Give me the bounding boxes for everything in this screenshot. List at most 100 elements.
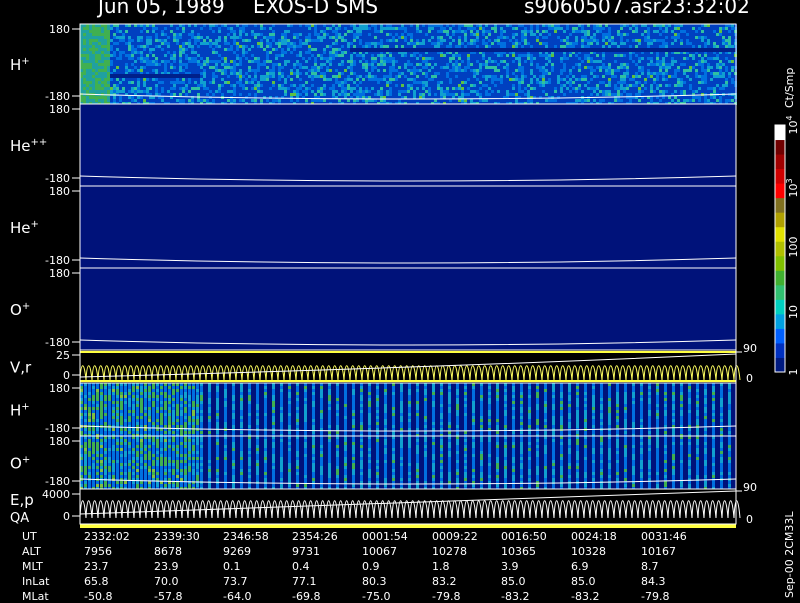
heatmap-cell (326, 36, 329, 39)
heatmap-cell (593, 66, 596, 69)
heatmap-cell (584, 99, 587, 102)
heatmap-cell (173, 42, 176, 45)
heatmap-cell (131, 78, 134, 81)
heatmap-cell (608, 93, 611, 96)
heatmap-cell (281, 54, 284, 57)
heatmap-cell (536, 45, 539, 48)
heatmap-cell (473, 42, 476, 45)
heatmap-cell (383, 42, 386, 45)
heatmap-cell (212, 87, 215, 90)
heatmap-cell (293, 45, 296, 48)
heatmap-cell (110, 84, 113, 87)
heatmap-cell (605, 60, 608, 63)
heatmap-cell (440, 33, 443, 36)
heatmap-cell (233, 87, 236, 90)
heatmap-cell (512, 69, 515, 72)
heatmap-cell (377, 69, 380, 72)
heatmap-cell (125, 69, 128, 72)
heatmap-cell (632, 33, 635, 36)
heatmap-cell (239, 51, 242, 54)
heatmap-cell (338, 42, 341, 45)
heatmap-cell (440, 60, 443, 63)
heatmap-cell (464, 45, 467, 48)
heatmap-cell (488, 39, 491, 42)
heatmap-cell (125, 96, 128, 99)
heatmap-cell (542, 45, 545, 48)
heatmap-cell (293, 42, 296, 45)
heatmap-cell (407, 30, 410, 33)
heatmap-cell (236, 45, 239, 48)
heatmap-cell (302, 30, 305, 33)
heatmap-cell (404, 81, 407, 84)
heatmap-cell (623, 27, 626, 30)
heatmap-cell (551, 93, 554, 96)
heatmap-cell (287, 93, 290, 96)
heatmap-cell (611, 99, 614, 102)
heatmap-cell (296, 69, 299, 72)
heatmap-cell (140, 39, 143, 42)
heatmap-cell (227, 39, 230, 42)
heatmap-cell (173, 48, 176, 51)
heatmap-cell (431, 87, 434, 90)
heatmap-cell (524, 30, 527, 33)
heatmap-cell (500, 54, 503, 57)
heatmap-cell (593, 72, 596, 75)
heatmap-cell (158, 57, 161, 60)
heatmap-cell (626, 81, 629, 84)
heatmap-cell (356, 93, 359, 96)
heatmap-cell (332, 39, 335, 42)
heatmap-cell (278, 63, 281, 66)
heatmap-cell (512, 42, 515, 45)
heatmap-cell (332, 84, 335, 87)
heatmap-cell (518, 30, 521, 33)
heatmap-cell (461, 93, 464, 96)
heatmap-cell (581, 57, 584, 60)
heatmap-cell (449, 57, 452, 60)
heatmap-cell (359, 33, 362, 36)
heatmap-cell (560, 66, 563, 69)
heatmap-cell (341, 39, 344, 42)
heatmap-cell (548, 39, 551, 42)
heatmap-cell (593, 90, 596, 93)
heatmap-cell (317, 63, 320, 66)
heatmap-cell (323, 51, 326, 54)
heatmap-cell (575, 72, 578, 75)
heatmap-cell (284, 99, 287, 102)
heatmap-cell (305, 84, 308, 87)
heatmap-cell (512, 39, 515, 42)
heatmap-cell (548, 81, 551, 84)
heatmap-cell (506, 30, 509, 33)
heatmap-cell (350, 45, 353, 48)
heatmap-cell (281, 99, 284, 102)
heatmap-cell (158, 66, 161, 69)
heatmap-cell (473, 93, 476, 96)
heatmap-cell (296, 75, 299, 78)
heatmap-cell (359, 87, 362, 90)
heatmap-cell (110, 66, 113, 69)
heatmap-cell (551, 66, 554, 69)
heatmap-cell (605, 81, 608, 84)
heatmap-cell (290, 87, 293, 90)
heatmap-cell (245, 42, 248, 45)
heatmap-cell (500, 45, 503, 48)
heatmap-cell (629, 99, 632, 102)
heatmap-cell (326, 63, 329, 66)
heatmap-cell (182, 60, 185, 63)
heatmap-cell (347, 87, 350, 90)
heatmap-cell (554, 63, 557, 66)
heatmap-cell (317, 90, 320, 93)
heatmap-cell (302, 66, 305, 69)
heatmap-cell (224, 42, 227, 45)
heatmap-cell (554, 60, 557, 63)
heatmap-cell (452, 36, 455, 39)
heatmap-cell (593, 75, 596, 78)
heatmap-cell (623, 36, 626, 39)
heatmap-cell (503, 93, 506, 96)
heatmap-cell (182, 63, 185, 66)
heatmap-cell (566, 39, 569, 42)
heatmap-cell (191, 54, 194, 57)
heatmap-cell (629, 36, 632, 39)
heatmap-cell (605, 69, 608, 72)
heatmap-cell (443, 99, 446, 102)
heatmap-cell (299, 33, 302, 36)
